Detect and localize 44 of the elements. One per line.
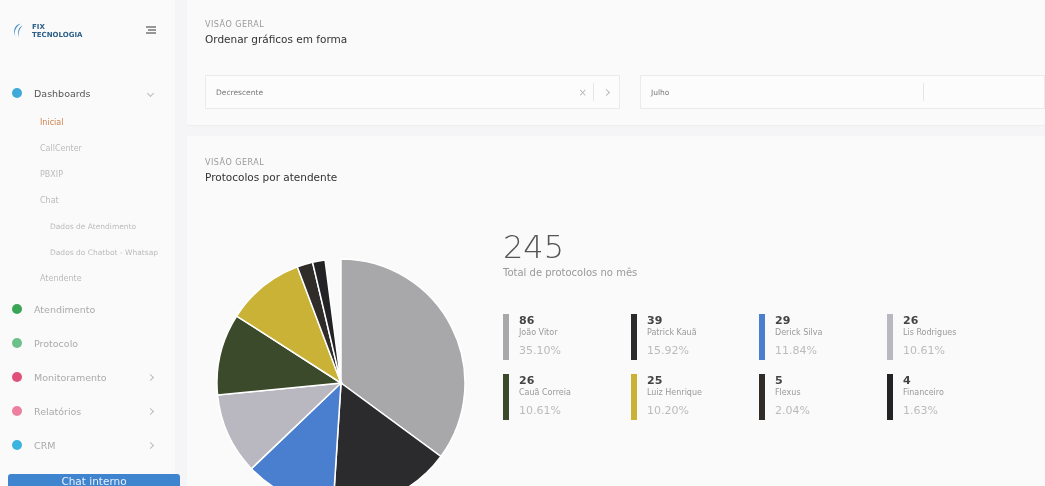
legend-name: Flexus: [775, 387, 802, 398]
legend-value: 39: [647, 314, 664, 327]
legend-name: Luiz Henrique: [647, 387, 702, 398]
legend-percent: 10.20%: [647, 404, 690, 417]
nav-item[interactable]: Protocolo: [4, 326, 175, 360]
nav-item[interactable]: Monitoramento: [4, 360, 175, 394]
legend-name: João Vitor: [519, 327, 559, 338]
legend-percent: 10.61%: [519, 404, 562, 417]
section-title: Protocolos por atendente: [205, 171, 339, 183]
legend-name: Financeiro: [903, 387, 944, 398]
total-label: Total de protocolos no mês: [503, 267, 639, 278]
menu-icon[interactable]: [145, 26, 157, 36]
legend-name: Derick Silva: [775, 327, 823, 338]
nav-item[interactable]: Dashboards: [4, 76, 175, 110]
nav-item[interactable]: Atendimento: [4, 292, 175, 326]
nav-item[interactable]: Relatórios: [4, 394, 175, 428]
clear-icon[interactable]: ×: [578, 86, 587, 98]
nav-subitem[interactable]: Atendente: [4, 266, 175, 292]
legend-name: Cauã Correia: [519, 387, 571, 398]
nav-subitem[interactable]: Inicial: [4, 110, 175, 136]
nav-item[interactable]: CRM: [4, 428, 175, 462]
legend-value: 25: [647, 374, 664, 387]
nav-subitem[interactable]: PBXIP: [4, 162, 175, 188]
legend-value: 4: [903, 374, 912, 387]
legend-percent: 35.10%: [519, 344, 561, 357]
legend-percent: 11.84%: [775, 344, 818, 357]
legend-value: 26: [519, 374, 536, 387]
legend-percent: 1.63%: [903, 404, 939, 417]
section-overline: VISÃO GERAL: [205, 158, 266, 167]
section-title: Ordenar gráficos em forma: [205, 33, 349, 45]
legend-value: 26: [903, 314, 920, 327]
nav-subitem[interactable]: Chat: [4, 188, 175, 214]
legend-value: 29: [775, 314, 792, 327]
nav-subitem[interactable]: CallCenter: [4, 136, 175, 162]
legend-value: 86: [519, 314, 536, 327]
legend-percent: 15.92%: [647, 344, 690, 357]
legend-value: 5: [775, 374, 784, 387]
legend-name: Lis Rodrigues: [903, 327, 957, 338]
chat-button[interactable]: Chat interno: [8, 474, 180, 486]
legend-name: Patrick Kauã: [647, 327, 697, 338]
legend-percent: 10.61%: [903, 344, 946, 357]
total-count: 245: [503, 229, 566, 265]
section-overline: VISÃO GERAL: [205, 20, 266, 29]
legend-percent: 2.04%: [775, 404, 810, 417]
